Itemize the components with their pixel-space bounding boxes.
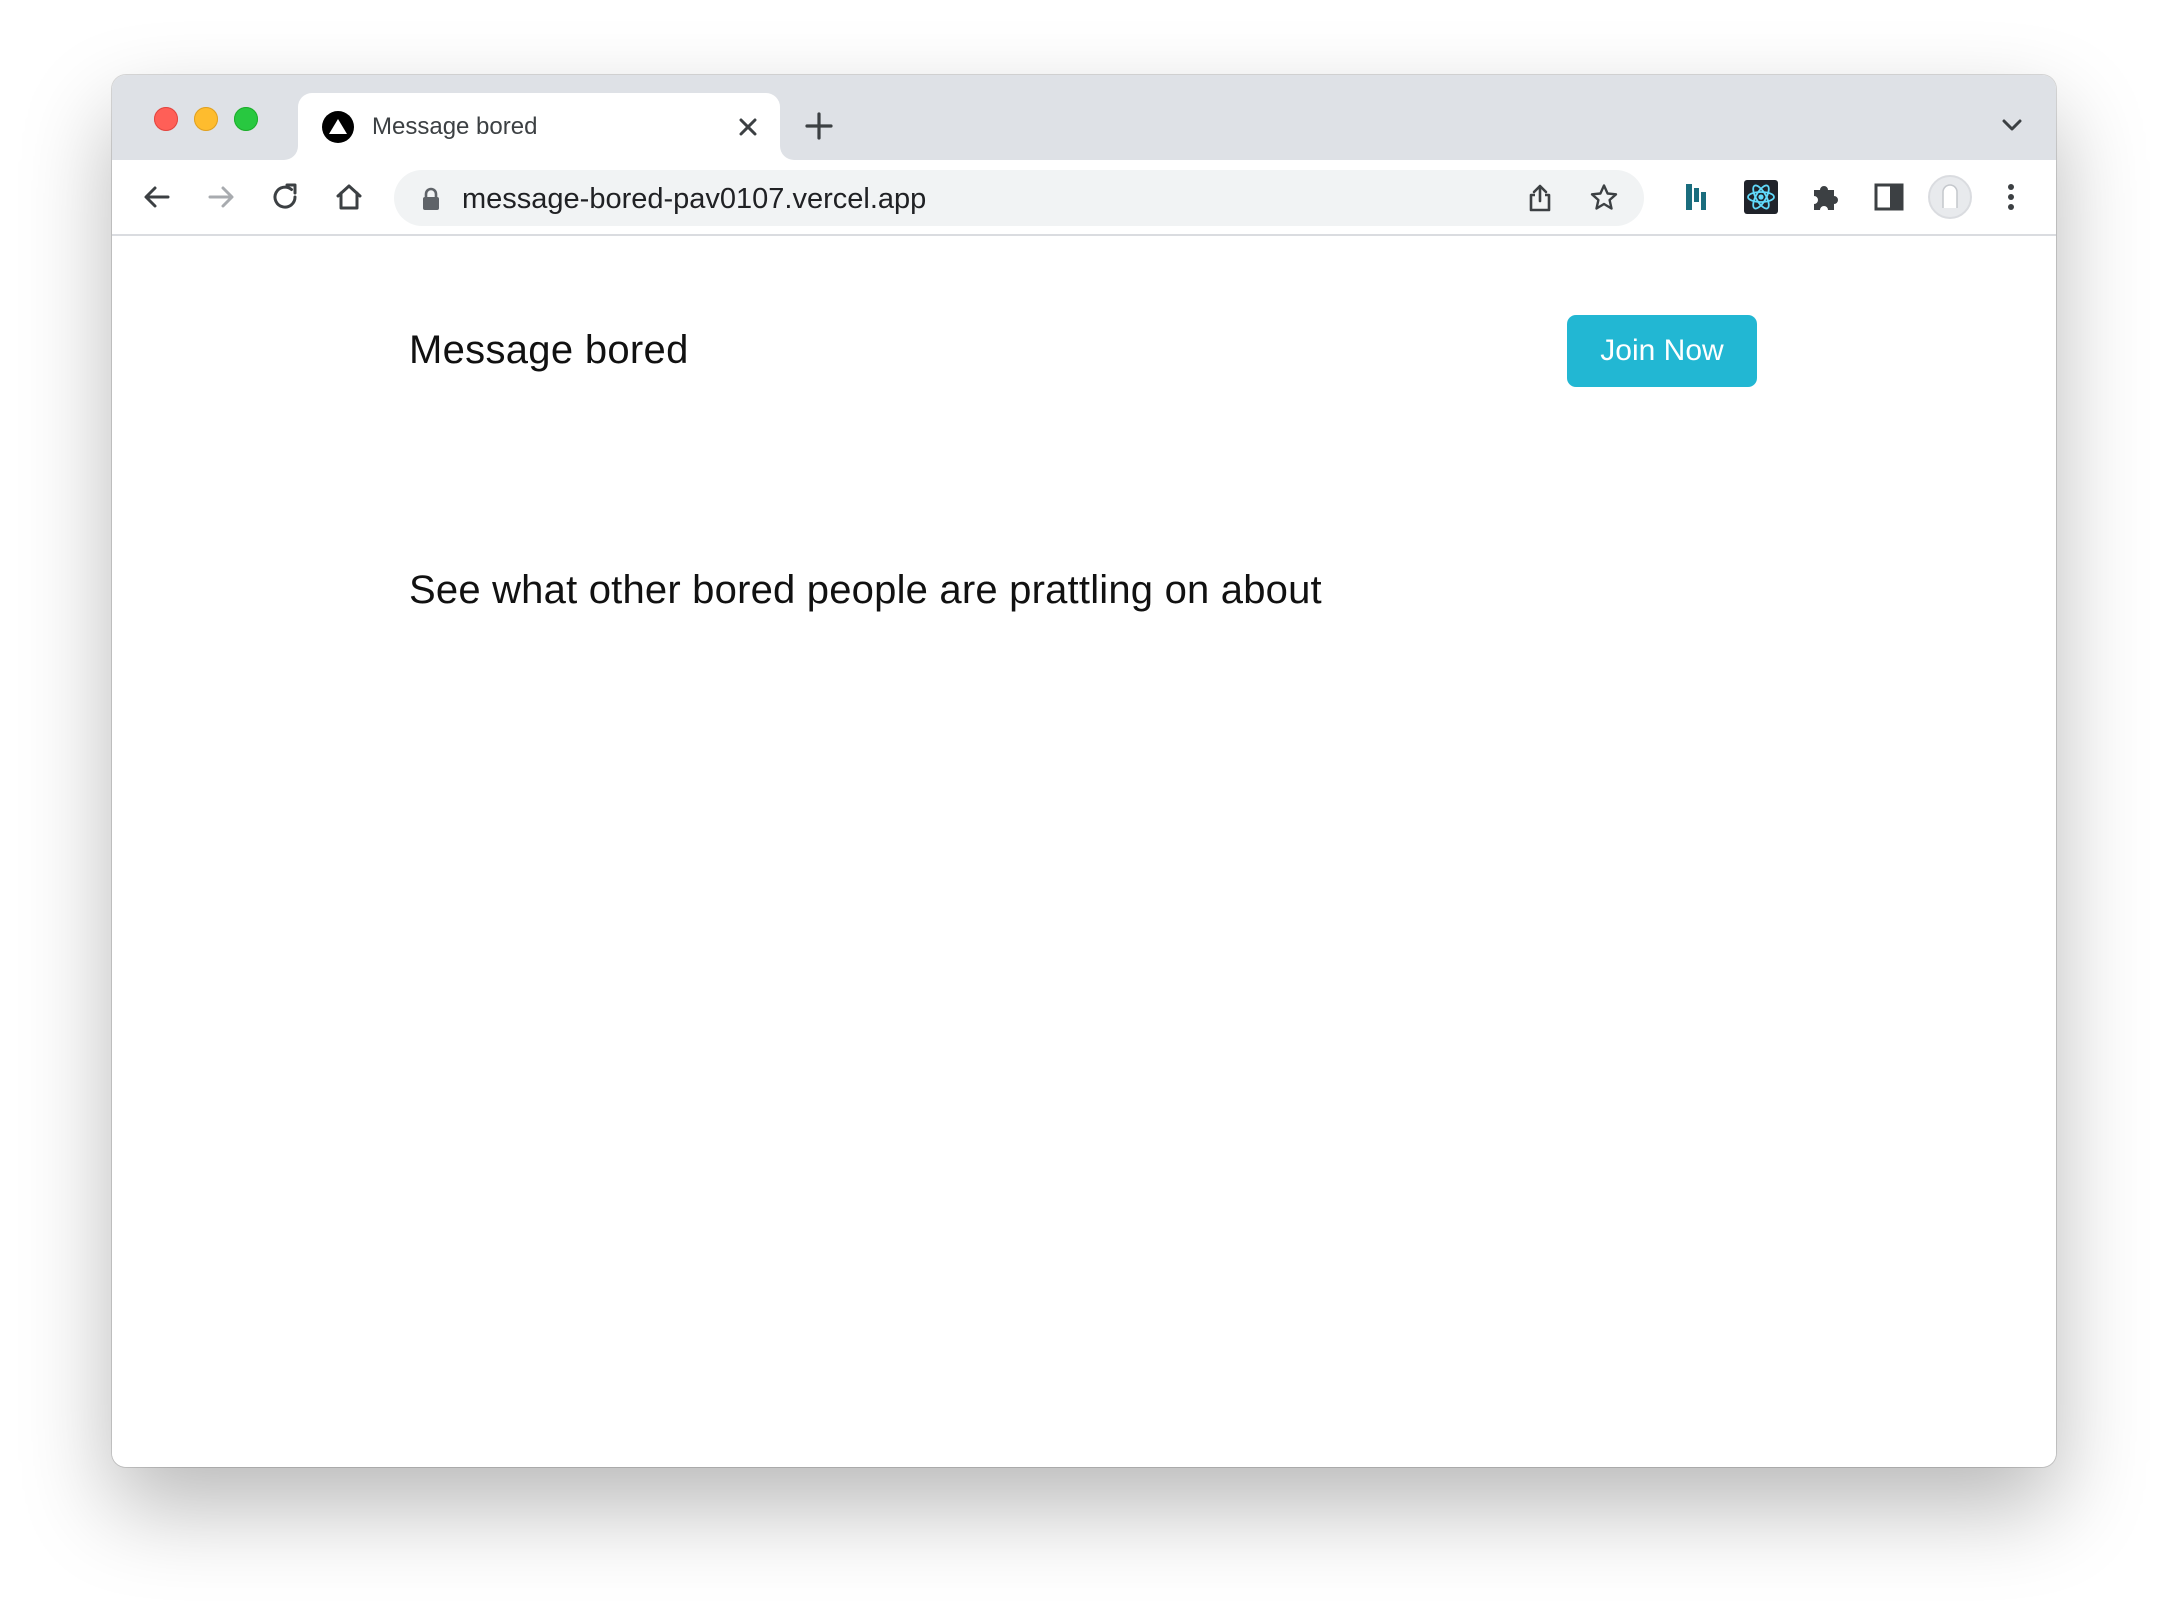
share-icon[interactable] bbox=[1524, 182, 1556, 214]
puzzle-extensions-icon[interactable] bbox=[1806, 178, 1844, 216]
side-panel-icon[interactable] bbox=[1870, 178, 1908, 216]
minimize-window-button[interactable] bbox=[194, 107, 218, 131]
site-title[interactable]: Message bored bbox=[409, 327, 689, 373]
home-icon[interactable] bbox=[332, 180, 366, 214]
lock-icon[interactable] bbox=[420, 186, 442, 212]
back-arrow-icon[interactable] bbox=[140, 180, 174, 214]
new-tab-plus-icon[interactable] bbox=[802, 109, 836, 143]
page-content: Message bored Join Now See what other bo… bbox=[112, 236, 2056, 1467]
tab-message-bored[interactable]: Message bored bbox=[298, 93, 780, 160]
tagline-heading: See what other bored people are prattlin… bbox=[409, 568, 1322, 612]
maximize-window-button[interactable] bbox=[234, 107, 258, 131]
more-menu-icon[interactable] bbox=[1992, 178, 2030, 216]
bookmark-star-icon[interactable] bbox=[1588, 182, 1620, 214]
extension-bars-icon[interactable] bbox=[1678, 178, 1716, 216]
url-text[interactable]: message-bored-pav0107.vercel.app bbox=[462, 183, 926, 215]
react-devtools-icon[interactable] bbox=[1742, 178, 1780, 216]
tab-title: Message bored bbox=[372, 113, 538, 140]
close-tab-icon[interactable] bbox=[732, 111, 764, 143]
triangle-logo-icon bbox=[322, 111, 354, 143]
tab-strip: Message bored bbox=[112, 75, 2056, 160]
browser-toolbar: message-bored-pav0107.vercel.app bbox=[112, 160, 2056, 236]
forward-arrow-icon[interactable] bbox=[204, 180, 238, 214]
chevron-down-icon[interactable] bbox=[1998, 111, 2026, 139]
join-now-button[interactable]: Join Now bbox=[1567, 315, 1757, 387]
address-bar[interactable]: message-bored-pav0107.vercel.app bbox=[394, 170, 1644, 226]
profile-avatar-icon[interactable] bbox=[1927, 174, 1973, 220]
browser-window: Message bored message-bored-pav0107.verc… bbox=[112, 75, 2056, 1467]
close-window-button[interactable] bbox=[154, 107, 178, 131]
reload-icon[interactable] bbox=[268, 180, 302, 214]
